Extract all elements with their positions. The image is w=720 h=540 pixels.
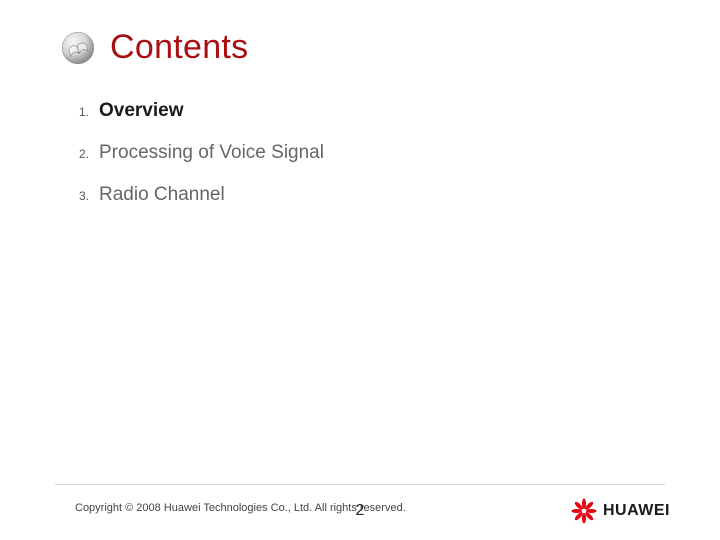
item-label: Overview (99, 100, 184, 122)
book-icon (60, 30, 96, 66)
item-number: 2. (65, 143, 89, 161)
flower-icon (571, 498, 597, 524)
brand-logo: HUAWEI (571, 498, 670, 524)
contents-list: 1. Overview 2. Processing of Voice Signa… (65, 100, 625, 226)
item-number: 3. (65, 185, 89, 203)
footer-divider (55, 484, 665, 485)
item-number: 1. (65, 101, 89, 119)
brand-name: HUAWEI (603, 502, 670, 520)
page-title: Contents (110, 28, 248, 67)
list-item: 2. Processing of Voice Signal (65, 142, 625, 164)
item-label: Processing of Voice Signal (99, 142, 324, 164)
title-row: Contents (60, 28, 248, 67)
item-label: Radio Channel (99, 184, 225, 206)
page-number: 2 (356, 502, 365, 520)
list-item: 3. Radio Channel (65, 184, 625, 206)
list-item: 1. Overview (65, 100, 625, 122)
slide: Contents 1. Overview 2. Processing of Vo… (0, 0, 720, 540)
